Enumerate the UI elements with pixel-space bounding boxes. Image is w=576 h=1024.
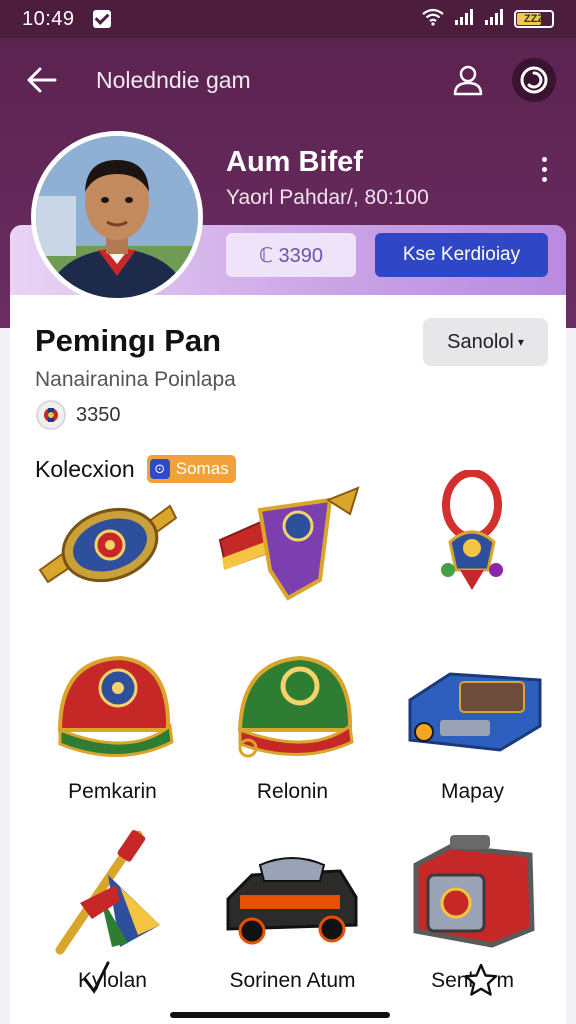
item-label: Pemkarin <box>68 780 157 803</box>
item-label: Sorinen Atum <box>229 969 356 992</box>
star-icon[interactable] <box>464 963 498 1002</box>
sort-dropdown[interactable]: Sanolol ▾ <box>423 318 548 366</box>
avatar[interactable] <box>31 131 203 303</box>
profile-subtitle: Yaorl Pahdar/, 80:100 <box>226 186 429 209</box>
collection-item[interactable] <box>380 470 565 640</box>
flag-baton-icon <box>55 830 160 955</box>
collection-item[interactable]: Mapay <box>380 640 565 810</box>
item-label: Mapay <box>440 780 505 803</box>
battery-icon: ZZZ <box>514 10 554 28</box>
avatar-photo <box>36 136 198 298</box>
profile-name: Aum Bifef <box>226 146 363 178</box>
chevron-down-icon: ▾ <box>517 335 524 349</box>
primary-action-button[interactable]: Kse Kerdioiay <box>375 233 548 277</box>
more-vertical-icon[interactable] <box>532 152 556 186</box>
collection-item[interactable]: Relonin <box>200 640 385 810</box>
coins-button[interactable]: ℂ 3390 <box>226 233 356 277</box>
page-title: Noledndie gam <box>96 66 251 93</box>
profile-card: ℂ 3390 Kse Kerdioiay Pemingı Pan Nanaira… <box>10 225 566 1024</box>
top-app-bar: Noledndie gam <box>0 38 576 122</box>
section-title: Pemingı Pan <box>35 323 222 358</box>
red-cap-icon <box>57 655 174 757</box>
green-cap-icon <box>237 655 354 758</box>
collection-item[interactable]: Pemkarin <box>20 640 205 810</box>
wifi-icon <box>422 8 444 31</box>
arrow-left-icon[interactable] <box>20 58 64 102</box>
red-chest-icon <box>413 835 535 948</box>
user-icon[interactable] <box>446 58 490 102</box>
collection-item[interactable]: Kylolan <box>20 825 205 995</box>
check-notification-icon <box>92 10 111 28</box>
check-mark-icon <box>82 961 112 1000</box>
settings-icon[interactable] <box>512 58 556 102</box>
medallion-charm-icon <box>38 504 178 584</box>
score-value: 3350 <box>76 403 121 426</box>
status-bar: 10:49 ZZZ <box>0 0 576 38</box>
home-indicator[interactable] <box>170 1012 390 1018</box>
black-car-icon <box>226 857 358 945</box>
status-time: 10:49 <box>22 7 75 30</box>
collection-item[interactable] <box>200 470 385 640</box>
battery-label: ZZZ <box>523 13 545 25</box>
status-icons: ZZZ <box>422 8 554 31</box>
score-row: 3350 <box>36 400 121 430</box>
section-subtitle: Nanairanina Poinlapa <box>35 368 236 391</box>
medal-icon <box>36 400 66 430</box>
scarf-banner-icon <box>218 486 360 601</box>
blue-device-icon <box>408 672 542 752</box>
collection-item[interactable] <box>20 470 205 640</box>
signal-icon-2 <box>484 8 504 30</box>
ring-ornament-icon <box>441 470 503 590</box>
collection-item[interactable]: Sorinen Atum <box>200 825 385 995</box>
signal-icon <box>454 8 474 30</box>
sort-dropdown-label: Sanolol <box>447 330 514 353</box>
item-label: Kylolan <box>78 969 147 992</box>
item-label: Relonin <box>256 780 329 803</box>
